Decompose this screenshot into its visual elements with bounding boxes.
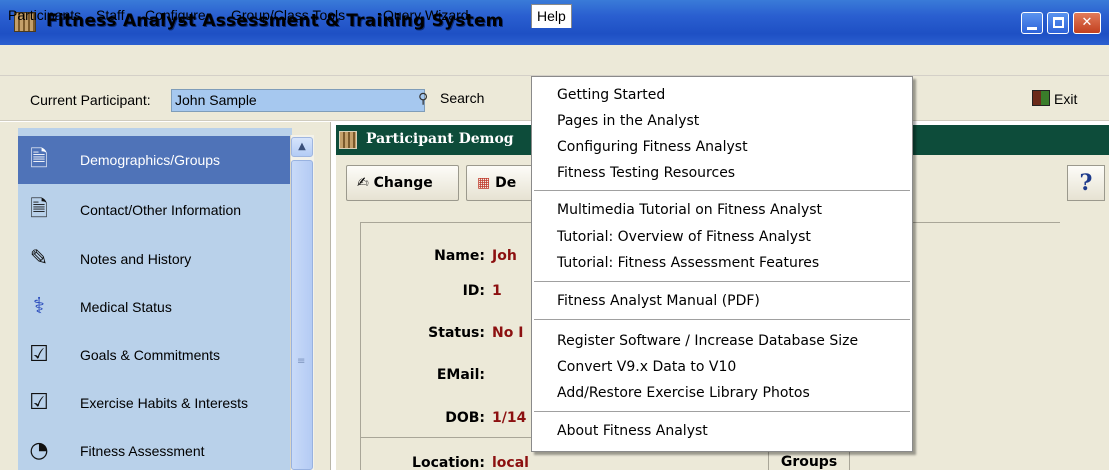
- checklist-icon: ☑: [29, 342, 49, 367]
- menu-item-pages-in-analyst[interactable]: Pages in the Analyst: [557, 113, 699, 129]
- nav-item-medical[interactable]: ⚕ Medical Status: [18, 283, 292, 331]
- menu-staff[interactable]: Staff: [91, 4, 130, 28]
- chevron-up-icon: ▲: [298, 141, 306, 152]
- delete-icon: ▦: [477, 175, 491, 191]
- menu-item-getting-started[interactable]: Getting Started: [557, 87, 665, 103]
- binoculars-icon: ⚲: [418, 90, 429, 106]
- delete-button[interactable]: ▦ De: [466, 165, 536, 201]
- menu-item-tutorial-overview[interactable]: Tutorial: Overview of Fitness Analyst: [557, 229, 811, 245]
- notepad-pencil-icon: ✎: [29, 246, 49, 271]
- caduceus-icon: ⚕: [33, 294, 45, 319]
- menu-separator: [534, 190, 910, 191]
- menu-separator: [534, 319, 910, 320]
- groups-header: Groups: [768, 450, 850, 470]
- exit-label: Exit: [1054, 91, 1078, 107]
- scroll-grip-icon: ≡: [297, 356, 306, 367]
- menu-item-tutorial-assessment[interactable]: Tutorial: Fitness Assessment Features: [557, 255, 819, 271]
- menu-query-wizard[interactable]: Query Wizard: [378, 4, 474, 28]
- menu-item-convert-data[interactable]: Convert V9.x Data to V10: [557, 359, 736, 375]
- menu-configure[interactable]: Configure: [140, 4, 211, 28]
- menu-group-class-tools[interactable]: Group/Class Tools: [226, 4, 350, 28]
- menu-participants[interactable]: Participants: [3, 4, 86, 28]
- delete-label: De: [495, 175, 517, 191]
- scrollbar-thumb[interactable]: [291, 160, 313, 470]
- maximize-icon: [1053, 17, 1064, 28]
- current-participant-field[interactable]: John Sample: [171, 89, 425, 112]
- menu-bar: [0, 45, 1109, 76]
- nav-item-label: Goals & Commitments: [80, 347, 221, 363]
- document-icon: 🗎: [30, 197, 48, 222]
- status-value: No I: [492, 325, 524, 341]
- location-label: Location:: [412, 455, 485, 471]
- edit-icon: ✍: [357, 175, 369, 191]
- change-button[interactable]: ✍ Change: [346, 165, 459, 201]
- nav-item-fitness-assessment[interactable]: ◔ Fitness Assessment: [18, 427, 292, 475]
- exit-door-icon: [1032, 90, 1050, 106]
- id-label: ID:: [462, 283, 485, 299]
- section-title: Participant Demog: [366, 131, 514, 147]
- location-value: local: [492, 455, 529, 471]
- search-label: Search: [440, 90, 485, 106]
- menu-item-testing-resources[interactable]: Fitness Testing Resources: [557, 165, 735, 181]
- menu-item-manual-pdf[interactable]: Fitness Analyst Manual (PDF): [557, 293, 760, 309]
- nav-item-exercise-habits[interactable]: ☑ Exercise Habits & Interests: [18, 379, 292, 427]
- change-label: Change: [373, 175, 433, 191]
- id-value: 1: [492, 283, 502, 299]
- status-label: Status:: [428, 325, 485, 341]
- nav-item-label: Notes and History: [80, 251, 192, 267]
- scroll-up-button[interactable]: ▲: [291, 137, 313, 157]
- exit-button[interactable]: Exit: [1032, 90, 1077, 107]
- close-icon: ✕: [1081, 15, 1093, 30]
- menu-item-restore-photos[interactable]: Add/Restore Exercise Library Photos: [557, 385, 810, 401]
- nav-item-label: Medical Status: [80, 299, 172, 315]
- email-label: EMail:: [436, 367, 485, 383]
- section-icon: [339, 131, 357, 149]
- nav-item-label: Exercise Habits & Interests: [80, 395, 249, 411]
- menu-item-multimedia-tutorial[interactable]: Multimedia Tutorial on Fitness Analyst: [557, 202, 822, 218]
- menu-help[interactable]: Help: [531, 4, 572, 28]
- checklist-icon: ☑: [29, 390, 49, 415]
- maximize-button[interactable]: [1047, 12, 1069, 34]
- minimize-button[interactable]: [1021, 12, 1043, 34]
- current-participant-label: Current Participant:: [30, 92, 151, 108]
- nav-item-contact[interactable]: 🗎 Contact/Other Information: [18, 186, 292, 234]
- nav-item-demographics[interactable]: 🗎 Demographics/Groups: [18, 136, 292, 184]
- dob-value: 1/14: [492, 410, 527, 426]
- document-icon: 🗎: [30, 147, 48, 172]
- minimize-icon: [1027, 27, 1037, 30]
- nav-item-label: Fitness Assessment: [80, 443, 205, 459]
- nav-item-goals[interactable]: ☑ Goals & Commitments: [18, 331, 292, 379]
- name-label: Name:: [434, 248, 485, 264]
- menu-item-register-software[interactable]: Register Software / Increase Database Si…: [557, 333, 858, 349]
- search-button[interactable]: ⚲ Search: [418, 90, 484, 112]
- menu-separator: [534, 281, 910, 282]
- menu-item-configuring[interactable]: Configuring Fitness Analyst: [557, 139, 748, 155]
- menu-separator: [534, 411, 910, 412]
- nav-item-label: Contact/Other Information: [80, 202, 242, 218]
- help-button[interactable]: ?: [1067, 165, 1105, 201]
- nav-item-label: Demographics/Groups: [80, 152, 221, 168]
- dob-label: DOB:: [445, 410, 485, 426]
- tape-measure-icon: ◔: [29, 438, 49, 463]
- close-button[interactable]: ✕: [1073, 12, 1101, 34]
- menu-item-about[interactable]: About Fitness Analyst: [557, 423, 708, 439]
- help-icon: ?: [1079, 170, 1093, 196]
- navigation-list: 🗎 Demographics/Groups 🗎 Contact/Other In…: [18, 128, 292, 470]
- name-value: Joh: [492, 248, 517, 264]
- help-dropdown-menu: Getting Started Pages in the Analyst Con…: [531, 76, 913, 452]
- nav-item-notes[interactable]: ✎ Notes and History: [18, 235, 292, 283]
